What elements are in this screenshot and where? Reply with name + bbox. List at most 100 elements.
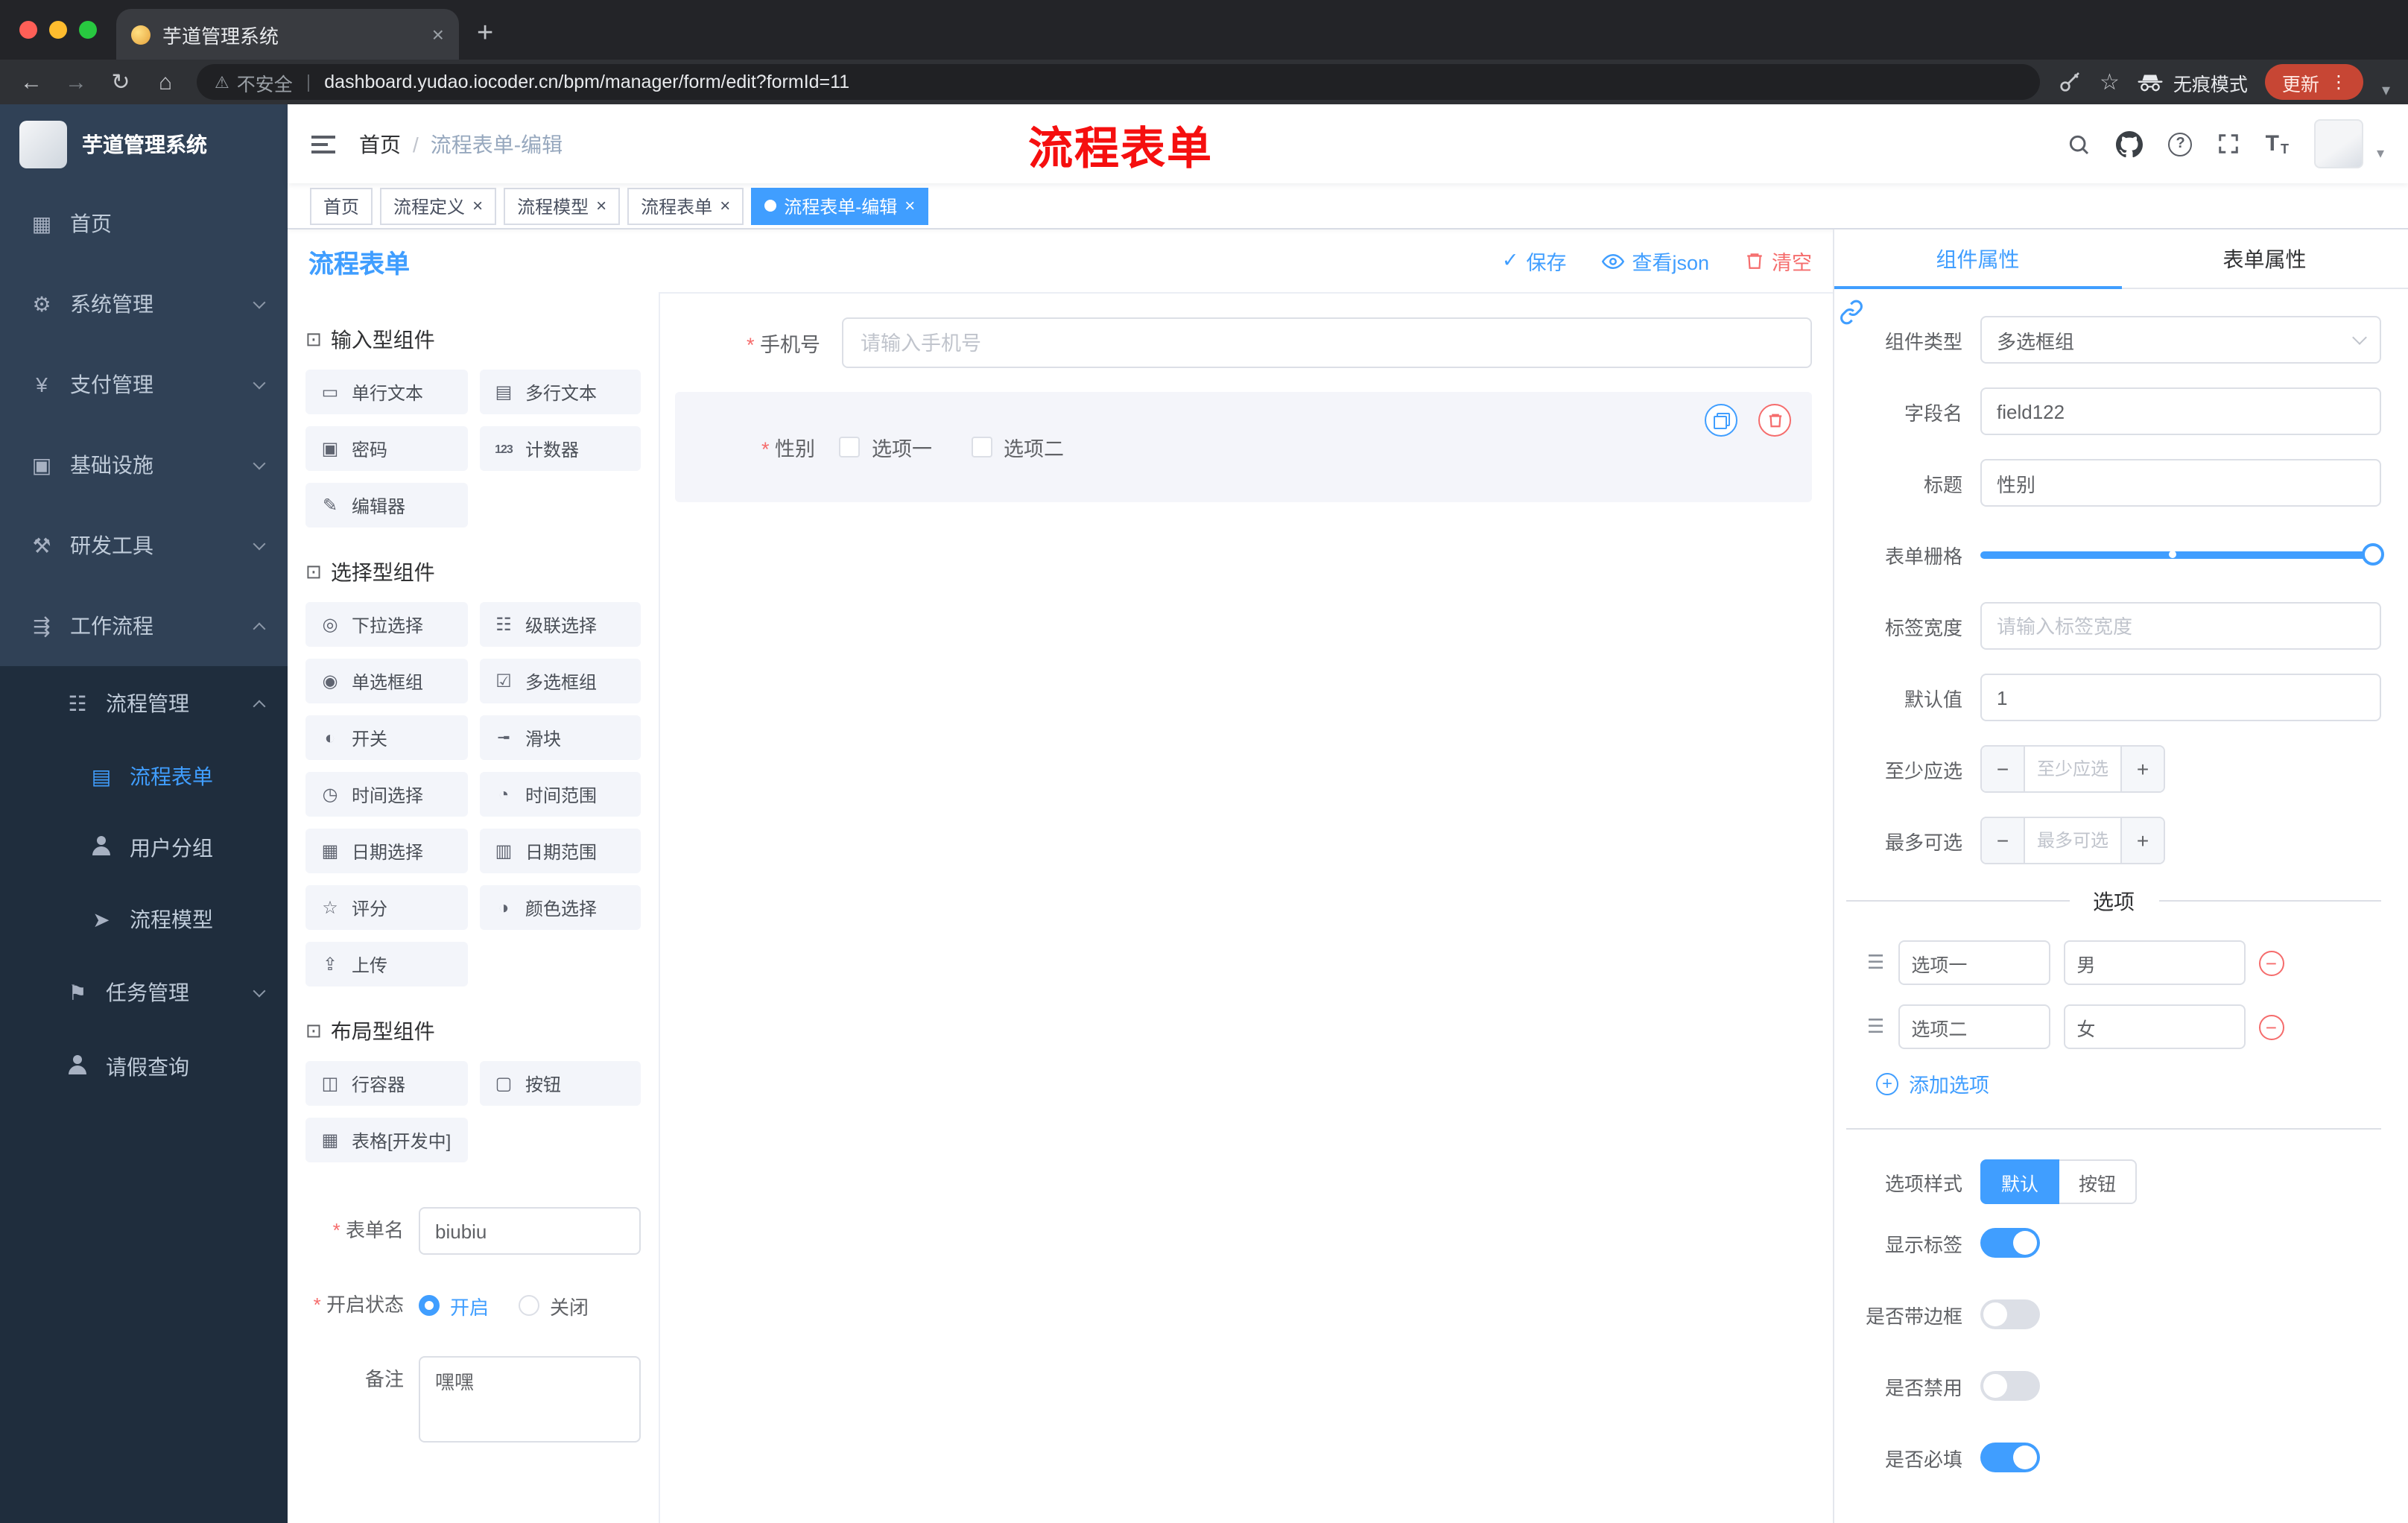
reload-button[interactable]: ↻ [107,69,134,95]
style-button-button[interactable]: 按钮 [2059,1159,2138,1204]
avatar-caret-icon[interactable]: ▾ [2377,146,2384,162]
profile-caret-icon[interactable]: ▾ [2382,80,2390,99]
disabled-switch[interactable] [1980,1371,2040,1401]
form-name-input[interactable] [419,1207,641,1255]
drag-handle-icon[interactable]: ☰ [1867,1015,1884,1039]
collapse-sidebar-icon[interactable] [311,135,335,153]
phone-input[interactable] [841,317,1812,368]
decrease-button[interactable]: − [1982,747,2025,791]
component-date-range[interactable]: ▥ 日期范围 [479,829,641,873]
style-default-button[interactable]: 默认 [1980,1159,2060,1204]
component-counter[interactable]: 123 计数器 [479,426,641,471]
sidebar-item-process-form[interactable]: ▤ 流程表单 [0,741,288,812]
component-cascader[interactable]: ☷ 级联选择 [479,602,641,647]
min-select-input[interactable] [2025,747,2120,791]
required-switch[interactable] [1980,1443,2040,1472]
component-rate[interactable]: ☆ 评分 [305,885,467,930]
tag-home[interactable]: 首页 [310,187,373,224]
grid-slider[interactable] [1980,531,2384,578]
checkbox-option-1[interactable]: 选项一 [839,432,932,462]
component-time-picker[interactable]: ◷ 时间选择 [305,772,467,817]
new-tab-button[interactable]: + [477,18,493,51]
github-icon[interactable] [2116,130,2144,157]
sidebar-item-system[interactable]: ⚙ 系统管理 [0,264,288,344]
component-color-picker[interactable]: ◑ 颜色选择 [479,885,641,930]
clear-button[interactable]: 清空 [1745,246,1812,276]
fullscreen-icon[interactable] [2218,133,2240,155]
sidebar-item-process-model[interactable]: ➤ 流程模型 [0,884,288,955]
sidebar-item-leave-query[interactable]: 请假查询 [0,1030,288,1104]
font-size-icon[interactable]: TT [2266,131,2289,156]
drag-handle-icon[interactable]: ☰ [1867,951,1884,975]
bookmark-star-icon[interactable]: ☆ [2100,69,2120,95]
update-browser-button[interactable]: 更新 ⋮ [2265,64,2364,100]
max-select-input[interactable] [2025,818,2120,863]
search-icon[interactable] [2068,132,2091,156]
component-date-picker[interactable]: ▦ 日期选择 [305,829,467,873]
delete-component-button[interactable] [1758,404,1791,437]
remove-option-button[interactable]: − [2258,950,2284,975]
label-width-input[interactable] [1980,602,2381,650]
tag-process-form[interactable]: 流程表单 × [627,187,744,224]
component-switch[interactable]: ◐ 开关 [305,715,467,760]
border-switch[interactable] [1980,1299,2040,1329]
forward-button[interactable]: → [63,69,89,95]
component-checkbox-group[interactable]: ☑ 多选框组 [479,659,641,703]
radio-closed[interactable]: 关闭 [519,1291,589,1320]
slider-thumb[interactable] [2362,543,2384,566]
tab-close-icon[interactable]: × [432,22,444,46]
sidebar-item-process-mgmt[interactable]: ☷ 流程管理 [0,666,288,741]
close-icon[interactable]: × [596,195,606,216]
link-icon[interactable] [1839,300,1864,332]
zoom-window-button[interactable] [79,21,97,39]
form-remark-textarea[interactable]: 嘿嘿 [419,1356,641,1443]
default-value-input[interactable] [1980,674,2381,721]
show-label-switch[interactable] [1980,1228,2040,1258]
sidebar-item-user-groups[interactable]: 用户分组 [0,812,288,884]
close-icon[interactable]: × [720,195,730,216]
minimize-window-button[interactable] [49,21,67,39]
component-button[interactable]: ▢ 按钮 [479,1061,641,1106]
user-avatar[interactable] [2313,119,2363,168]
breadcrumb-home[interactable]: 首页 [359,129,401,159]
remove-option-button[interactable]: − [2258,1014,2284,1039]
component-multi-text[interactable]: ▤ 多行文本 [479,370,641,414]
close-icon[interactable]: × [904,195,915,216]
tab-component-props[interactable]: 组件属性 [1834,229,2121,289]
tab-form-props[interactable]: 表单属性 [2121,229,2408,288]
help-icon[interactable]: ? [2168,132,2193,156]
duplicate-component-button[interactable] [1705,404,1737,437]
option-2-value-input[interactable] [2063,1004,2246,1049]
component-row-container[interactable]: ◫ 行容器 [305,1061,467,1106]
component-slider[interactable]: ╼ 滑块 [479,715,641,760]
close-window-button[interactable] [19,21,37,39]
component-dropdown[interactable]: ◎ 下拉选择 [305,602,467,647]
sidebar-item-home[interactable]: ▦ 首页 [0,183,288,264]
checkbox-option-2[interactable]: 选项二 [971,432,1064,462]
sidebar-item-devtools[interactable]: ⚒ 研发工具 [0,505,288,586]
component-radio-group[interactable]: ◉ 单选框组 [305,659,467,703]
menu-dots-icon[interactable]: ⋮ [2330,72,2348,92]
sidebar-item-workflow[interactable]: ⇶ 工作流程 [0,586,288,666]
option-1-label-input[interactable] [1898,940,2050,985]
radio-open[interactable]: 开启 [419,1291,489,1320]
home-button[interactable]: ⌂ [152,69,179,95]
component-editor[interactable]: ✎ 编辑器 [305,483,467,528]
sidebar-item-payment[interactable]: ¥ 支付管理 [0,344,288,425]
tag-process-model[interactable]: 流程模型 × [504,187,621,224]
component-time-range[interactable]: ◔ 时间范围 [479,772,641,817]
component-single-text[interactable]: ▭ 单行文本 [305,370,467,414]
browser-tab[interactable]: 芋道管理系统 × [116,9,459,60]
password-key-icon[interactable] [2058,70,2082,94]
increase-button[interactable]: + [2120,747,2164,791]
view-json-button[interactable]: 查看json [1602,246,1709,276]
sidebar-item-infra[interactable]: ▣ 基础设施 [0,425,288,505]
tag-process-definition[interactable]: 流程定义 × [380,187,497,224]
component-password[interactable]: ▣ 密码 [305,426,467,471]
component-type-select[interactable]: 多选框组 [1980,316,2381,364]
option-1-value-input[interactable] [2063,940,2246,985]
tag-process-form-edit[interactable]: 流程表单-编辑 × [751,187,929,224]
option-2-label-input[interactable] [1898,1004,2050,1049]
sidebar-item-task-mgmt[interactable]: ⚑ 任务管理 [0,955,288,1030]
save-button[interactable]: ✓ 保存 [1502,246,1567,276]
